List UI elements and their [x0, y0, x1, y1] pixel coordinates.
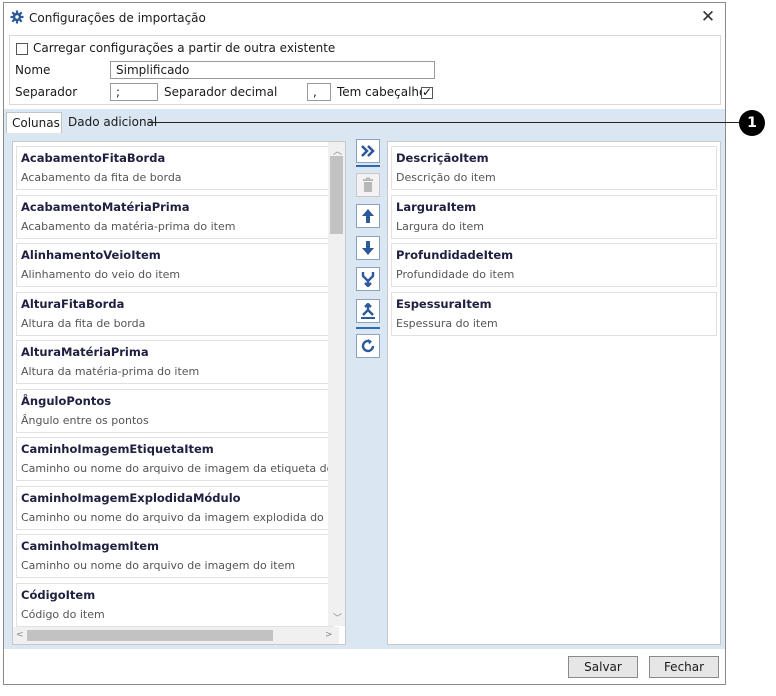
- column-card[interactable]: LarguraItem Largura do item: [391, 194, 717, 239]
- callout-badge: 1: [739, 110, 765, 136]
- column-card[interactable]: CaminhoImagemItem Caminho ou nome do arqu…: [16, 534, 334, 578]
- close-button[interactable]: Fechar: [649, 656, 719, 678]
- column-description: Acabamento da fita de borda: [21, 171, 182, 184]
- column-name: EspessuraItem: [396, 296, 492, 311]
- import-settings-dialog: Configurações de importação ✕ Carregar c…: [3, 2, 726, 685]
- column-description: Descrição do item: [396, 171, 496, 184]
- scroll-down-icon[interactable]: ﹀: [333, 611, 342, 624]
- column-description: Ângulo entre os pontos: [21, 413, 149, 427]
- close-icon[interactable]: ✕: [697, 7, 719, 27]
- column-name: AlturaFitaBorda: [21, 296, 125, 311]
- horizontal-scrollbar[interactable]: < >: [13, 627, 339, 644]
- column-name: CaminhoImagemExplodidaMódulo: [21, 490, 241, 505]
- column-description: Caminho ou nome do arquivo de imagem do …: [21, 559, 296, 572]
- move-up-button[interactable]: [356, 204, 380, 228]
- column-description: Caminho ou nome do arquivo da imagem exp…: [21, 510, 346, 524]
- scroll-right-icon[interactable]: >: [325, 630, 333, 640]
- column-name: DescriçãoItem: [396, 151, 489, 165]
- column-description: Caminho ou nome do arquivo de imagem da …: [21, 462, 346, 475]
- column-name: AcabamentoFitaBorda: [21, 151, 166, 165]
- column-card[interactable]: EspessuraItem Espessura do item: [391, 291, 717, 336]
- add-all-button[interactable]: [356, 139, 380, 163]
- gear-icon: [10, 10, 24, 24]
- column-card[interactable]: CaminhoImagemEtiquetaItem Caminho ou nome…: [16, 437, 345, 481]
- separator-field[interactable]: ;: [110, 83, 158, 101]
- column-name: AlinhamentoVeioItem: [21, 248, 161, 262]
- column-card[interactable]: CaminhoImagemExplodidaMódulo Caminho ou n…: [16, 485, 345, 530]
- refresh-button[interactable]: [356, 334, 380, 358]
- has-header-label: Tem cabeçalho: [337, 85, 427, 99]
- column-card[interactable]: AlinhamentoVeioItem Alinhamento do veio d…: [16, 243, 334, 287]
- column-card[interactable]: AlturaMatériaPrima Altura da matéria-prim…: [16, 340, 334, 384]
- window-title: Configurações de importação: [29, 11, 206, 25]
- load-existing-label: Carregar configurações a partir de outra…: [33, 41, 336, 55]
- scrollbar-thumb[interactable]: [27, 630, 273, 641]
- column-name: LarguraItem: [396, 199, 477, 214]
- column-card[interactable]: ProfundidadeItem Profundidade do item: [391, 243, 717, 287]
- delete-button[interactable]: [356, 173, 380, 197]
- selected-columns-list[interactable]: DescriçãoItem Descrição do item LarguraIte…: [387, 141, 721, 645]
- toolbar-separator: [356, 165, 380, 167]
- column-name: AlturaMatériaPrima: [21, 345, 149, 359]
- column-card[interactable]: AcabamentoMatériaPrima Acabamento da maté…: [16, 194, 334, 239]
- available-columns-list[interactable]: AcabamentoFitaBorda Acabamento da fita de…: [12, 141, 346, 645]
- column-description: Largura do item: [396, 219, 484, 233]
- toolbar-separator: [356, 327, 380, 329]
- column-card[interactable]: ÂnguloPontos Ângulo entre os pontos: [16, 388, 334, 433]
- has-header-checkbox[interactable]: [421, 85, 433, 99]
- decimal-separator-label: Separador decimal: [164, 85, 278, 99]
- title-bar: Configurações de importação ✕: [4, 3, 725, 33]
- separator-label: Separador: [15, 85, 78, 99]
- column-description: Código do item: [21, 607, 105, 621]
- column-card[interactable]: DescriçãoItem Descrição do item: [391, 146, 717, 190]
- column-description: Altura da matéria-prima do item: [21, 365, 200, 378]
- column-name: ProfundidadeItem: [396, 248, 514, 262]
- move-down-button[interactable]: [356, 236, 380, 260]
- column-name: CódigoItem: [21, 587, 96, 602]
- name-label: Nome: [15, 63, 51, 77]
- settings-form: Carregar configurações a partir de outra…: [9, 35, 721, 105]
- column-name: ÂnguloPontos: [21, 393, 112, 408]
- column-description: Altura da fita de borda: [21, 316, 146, 330]
- column-description: Alinhamento do veio do item: [21, 268, 181, 281]
- split-button[interactable]: [356, 299, 380, 323]
- tab-strip: Colunas Dado adicional: [4, 109, 725, 133]
- callout-leader-line: [148, 122, 740, 123]
- vertical-scrollbar[interactable]: ︿ ﹀: [328, 142, 345, 626]
- load-existing-checkbox[interactable]: [16, 41, 28, 55]
- column-description: Acabamento da matéria-prima do item: [21, 219, 236, 233]
- save-button[interactable]: Salvar: [568, 656, 638, 678]
- column-card[interactable]: AcabamentoFitaBorda Acabamento da fita de…: [16, 146, 334, 190]
- name-field[interactable]: Simplificado: [110, 61, 435, 79]
- column-card[interactable]: CódigoItem Código do item: [16, 582, 334, 627]
- column-card[interactable]: AlturaFitaBorda Altura da fita de borda: [16, 291, 334, 336]
- decimal-separator-field[interactable]: ,: [307, 83, 331, 101]
- tab-columns[interactable]: Colunas: [6, 112, 62, 133]
- columns-tab-content: AcabamentoFitaBorda Acabamento da fita de…: [4, 133, 725, 649]
- column-description: Espessura do item: [396, 316, 498, 330]
- merge-button[interactable]: [356, 267, 380, 291]
- column-name: CaminhoImagemItem: [21, 539, 159, 553]
- column-name: AcabamentoMatériaPrima: [21, 199, 190, 214]
- scroll-left-icon[interactable]: <: [16, 630, 24, 640]
- column-name: CaminhoImagemEtiquetaItem: [21, 442, 214, 456]
- column-description: Profundidade do item: [396, 268, 515, 281]
- scrollbar-thumb[interactable]: [330, 156, 343, 234]
